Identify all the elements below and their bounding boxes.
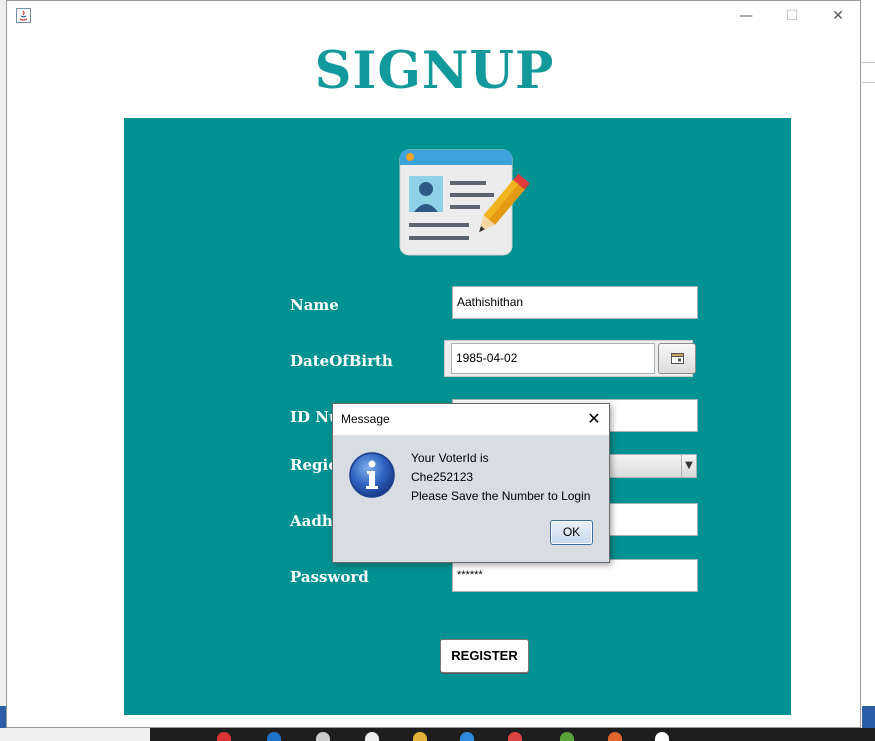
signup-window: — ☐ ✕ SIGNUP Name Aathishithan DateOfBir…	[6, 0, 861, 728]
name-field[interactable]: Aathishithan	[452, 286, 698, 319]
taskbar	[0, 728, 875, 741]
background-right-strip	[862, 0, 875, 741]
taskbar-app-icon[interactable]	[460, 732, 474, 741]
message-dialog: Message ✕ Your VoterId is Che252123 Plea…	[332, 403, 610, 563]
background-divider	[862, 62, 875, 63]
calendar-icon	[671, 353, 684, 364]
id-card-edit-icon	[399, 149, 530, 256]
taskbar-strip	[0, 728, 150, 741]
minimize-button[interactable]: —	[736, 7, 756, 25]
calendar-button[interactable]	[658, 343, 696, 374]
dialog-close-icon[interactable]: ✕	[583, 408, 605, 430]
close-button[interactable]: ✕	[828, 7, 848, 25]
name-label: Name	[290, 296, 339, 314]
register-button[interactable]: REGISTER	[440, 639, 529, 673]
dialog-message-line: Your VoterId is	[411, 451, 489, 465]
dialog-voterid-value: Che252123	[411, 470, 474, 484]
dob-field[interactable]: 1985-04-02	[451, 343, 655, 374]
taskbar-app-icon[interactable]	[508, 732, 522, 741]
taskbar-app-icon[interactable]	[560, 732, 574, 741]
dialog-message-line: Please Save the Number to Login	[411, 489, 591, 503]
taskbar-app-icon[interactable]	[655, 732, 669, 741]
java-app-icon	[16, 8, 31, 23]
taskbar-app-icon[interactable]	[365, 732, 379, 741]
password-label: Password	[290, 568, 369, 586]
taskbar-app-icon[interactable]	[217, 732, 231, 741]
taskbar-app-icon[interactable]	[608, 732, 622, 741]
dob-label: DateOfBirth	[290, 352, 393, 370]
info-icon	[349, 452, 395, 498]
taskbar-app-icon[interactable]	[267, 732, 281, 741]
dialog-title: Message	[341, 412, 390, 426]
maximize-button[interactable]: ☐	[782, 7, 802, 25]
ok-button[interactable]: OK	[550, 520, 593, 545]
page-title: SIGNUP	[314, 41, 555, 101]
dialog-titlebar: Message ✕	[333, 404, 609, 435]
chevron-down-icon[interactable]: ▼	[681, 455, 696, 477]
background-divider	[862, 82, 875, 83]
background-blue-band	[862, 706, 875, 728]
taskbar-app-icon[interactable]	[413, 732, 427, 741]
password-field[interactable]: ******	[452, 559, 698, 592]
dob-chooser: 1985-04-02	[444, 340, 696, 377]
taskbar-app-icon[interactable]	[316, 732, 330, 741]
